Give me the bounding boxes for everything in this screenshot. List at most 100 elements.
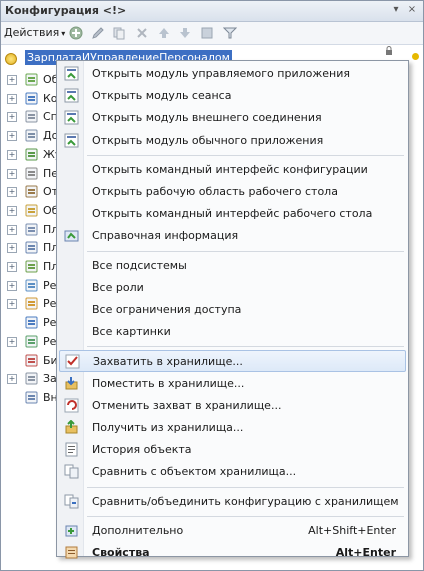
menu-item[interactable]: Сравнить/объединить конфигурацию с храни…: [59, 491, 406, 511]
menu-item[interactable]: Все ограничения доступа: [59, 299, 406, 319]
menu-item-label: Сравнить/объединить конфигурацию с храни…: [92, 494, 399, 508]
menu-item-label: Все подсистемы: [92, 258, 187, 272]
menu-item-label: Сравнить с объектом хранилища...: [92, 465, 297, 479]
pin-icon[interactable]: ▾: [389, 3, 403, 17]
business-processes-icon: [25, 354, 38, 366]
actions-menu-button[interactable]: Действия ▾: [4, 26, 65, 39]
menu-item[interactable]: Поместить в хранилище...: [59, 373, 406, 393]
processing-icon: [25, 204, 38, 217]
menu-item[interactable]: Получить из хранилища...: [59, 417, 406, 437]
window-title: Конфигурация <!>: [5, 4, 127, 17]
undo-capture-icon: [64, 398, 79, 413]
expand-icon[interactable]: +: [7, 224, 17, 235]
merge-icon: [64, 494, 79, 509]
menu-item-label: Дополнительно: [92, 523, 184, 537]
module-icon: [64, 88, 79, 103]
menu-item[interactable]: История объекта: [59, 439, 406, 459]
accounting-registers-icon: [25, 316, 38, 329]
menu-item[interactable]: Справочная информация: [59, 225, 406, 245]
configuration-window: Конфигурация <!> ▾ × Действия ▾ ЗарплатаИ…: [0, 0, 424, 571]
expand-icon[interactable]: +: [7, 280, 17, 291]
expand-icon[interactable]: +: [7, 149, 17, 160]
sort-icon[interactable]: [200, 26, 214, 40]
menu-item-label: Все роли: [92, 280, 144, 294]
menu-item[interactable]: Открыть командный интерфейс рабочего сто…: [59, 203, 406, 223]
delete-icon[interactable]: [135, 26, 149, 40]
expand-icon[interactable]: +: [7, 187, 17, 198]
menu-item[interactable]: Все роли: [59, 277, 406, 297]
actions-label: Действия: [4, 26, 60, 39]
menu-separator: [87, 250, 404, 252]
menu-item-label: История объекта: [92, 443, 192, 457]
expand-icon[interactable]: +: [7, 243, 17, 254]
info-registers-icon: [25, 279, 38, 292]
menu-item-label: Открыть командный интерфейс рабочего сто…: [92, 207, 373, 221]
status-dot-icon: [412, 53, 419, 60]
documents-icon: [25, 129, 38, 142]
expand-icon[interactable]: +: [7, 131, 17, 142]
close-icon[interactable]: ×: [405, 3, 419, 17]
menu-item-label: Открыть командный интерфейс конфигурации: [92, 162, 368, 176]
expand-icon[interactable]: +: [7, 262, 17, 272]
menu-item[interactable]: Дополнительно Alt+Shift+Enter: [59, 520, 406, 540]
add-icon[interactable]: [69, 26, 83, 40]
expand-icon[interactable]: +: [7, 112, 17, 123]
reports-icon: [25, 185, 38, 198]
charts-of-calculation-icon: [25, 260, 38, 273]
tree-item-label: Ре: [43, 278, 57, 292]
charts-of-characteristics-icon: [25, 223, 38, 236]
menu-item-label: Справочная информация: [92, 229, 239, 243]
expand-icon[interactable]: +: [7, 75, 17, 85]
additional-icon: [65, 525, 78, 537]
menu-item[interactable]: Отменить захват в хранилище...: [59, 395, 406, 415]
tree-item-label: Ре: [43, 297, 57, 311]
checkmark-icon: [65, 354, 80, 369]
menu-item-shortcut: Alt+Enter: [335, 546, 396, 559]
menu-item[interactable]: Сравнить с объектом хранилища...: [59, 461, 406, 481]
expand-icon[interactable]: +: [7, 205, 17, 216]
put-to-repo-icon: [65, 376, 78, 390]
menu-item-label: Все ограничения доступа: [92, 303, 242, 316]
menu-item-label: Открыть модуль управляемого приложения: [92, 67, 350, 80]
menu-separator: [87, 154, 404, 156]
expand-icon[interactable]: +: [7, 93, 17, 104]
menu-item-shortcut: Alt+Shift+Enter: [308, 523, 396, 537]
common-icon: [25, 73, 38, 86]
calculation-registers-icon: [25, 335, 38, 348]
menu-item[interactable]: Открыть рабочую область рабочего стола: [59, 181, 406, 201]
menu-separator: [87, 346, 404, 348]
menu-item-label: Поместить в хранилище...: [92, 376, 245, 390]
menu-item[interactable]: Открыть модуль сеанса: [59, 85, 406, 105]
filter-icon[interactable]: [223, 26, 237, 40]
chevron-down-icon: ▾: [61, 29, 66, 38]
edit-icon[interactable]: [91, 26, 105, 40]
expand-icon[interactable]: +: [7, 168, 17, 179]
menu-item-label: Захватить в хранилище...: [93, 355, 243, 369]
expand-icon[interactable]: +: [7, 299, 17, 310]
menu-item[interactable]: Захватить в хранилище...: [59, 350, 406, 373]
move-up-icon[interactable]: [157, 26, 171, 40]
tree-item-label: Ре: [43, 316, 57, 330]
menu-item[interactable]: Все подсистемы: [59, 255, 406, 275]
help-info-icon: [64, 230, 79, 242]
menu-item[interactable]: Открыть модуль обычного приложения: [59, 130, 406, 150]
charts-of-accounts-icon: [25, 241, 38, 254]
journals-icon: [25, 148, 38, 161]
copy-icon[interactable]: [112, 26, 126, 40]
history-icon: [65, 442, 78, 457]
module-icon: [64, 110, 79, 125]
menu-item-label: Отменить захват в хранилище...: [92, 398, 282, 412]
catalogs-icon: [25, 110, 38, 123]
menu-separator: [87, 486, 404, 488]
tree-item-label: Ре: [43, 334, 57, 348]
menu-item[interactable]: Открыть командный интерфейс конфигурации: [59, 159, 406, 179]
menu-item[interactable]: Свойства Alt+Enter: [59, 542, 406, 562]
menu-item[interactable]: Открыть модуль внешнего соединения: [59, 107, 406, 127]
menu-item[interactable]: Открыть модуль управляемого приложения: [59, 63, 406, 83]
move-down-icon[interactable]: [178, 26, 192, 40]
tasks-icon: [25, 372, 38, 385]
expand-icon[interactable]: +: [7, 374, 17, 385]
menu-item-label: Все картинки: [92, 325, 171, 339]
expand-icon[interactable]: +: [7, 336, 17, 347]
menu-item[interactable]: Все картинки: [59, 321, 406, 341]
